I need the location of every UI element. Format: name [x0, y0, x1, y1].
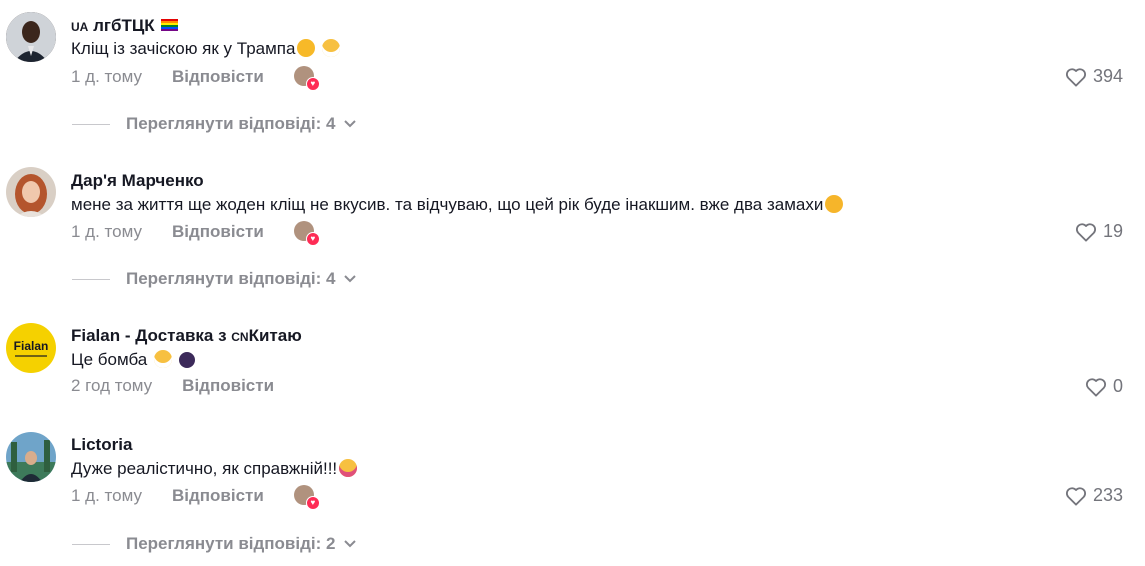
avatar[interactable]	[6, 432, 56, 482]
chevron-down-icon	[344, 120, 357, 128]
heart-outline-icon	[1065, 486, 1086, 506]
username[interactable]: Fialan - Доставка з CNКитаю	[71, 326, 302, 346]
timestamp: 1 д. тому	[71, 67, 142, 86]
avatar-logo-text: Fialan	[13, 339, 49, 353]
comment-text: мене за життя ще жоден кліщ не вкусив. т…	[71, 195, 844, 215]
divider-line	[72, 123, 110, 125]
view-replies-button[interactable]: Переглянути відповіді: 4	[72, 114, 357, 134]
like-count: 394	[1092, 66, 1123, 86]
username[interactable]: Lictoria	[71, 435, 132, 455]
reply-button[interactable]: Відповісти	[182, 376, 274, 396]
avatar[interactable]	[6, 12, 56, 62]
reply-button[interactable]: Відповісти	[172, 222, 264, 242]
avatar-logo-line	[15, 355, 47, 357]
comment-meta: 1 д. тому Відповісти ♥	[71, 485, 320, 510]
chevron-down-icon	[344, 540, 357, 548]
like-button[interactable]: 233	[1065, 485, 1123, 506]
grinning-face-emoji-icon	[153, 350, 172, 368]
heart-badge-icon: ♥	[305, 232, 320, 246]
like-button[interactable]: 19	[1075, 221, 1123, 242]
like-count: 0	[1112, 376, 1123, 396]
comment-meta: 1 д. тому Відповісти ♥	[71, 221, 320, 246]
timestamp: 1 д. тому	[71, 222, 142, 241]
comment-text: Кліщ із зачіскою як у Трампа	[71, 39, 341, 59]
username[interactable]: Дар'я Марченко	[71, 171, 204, 191]
bomb-emoji-icon	[178, 352, 195, 368]
heart-outline-icon	[1085, 377, 1106, 397]
chevron-down-icon	[344, 275, 357, 283]
timestamp: 1 д. тому	[71, 486, 142, 505]
reply-button[interactable]: Відповісти	[172, 67, 264, 87]
avatar[interactable]: Fialan	[6, 323, 56, 373]
flushed-face-emoji-icon	[297, 39, 316, 57]
heart-badge-icon: ♥	[305, 77, 320, 91]
comment-meta: 2 год тому Відповісти	[71, 376, 274, 396]
like-button[interactable]: 394	[1065, 66, 1123, 87]
divider-line	[72, 543, 110, 545]
creator-liked-badge: ♥	[293, 485, 320, 510]
comment-text: Дуже реалістично, як справжній!!!	[71, 459, 358, 479]
like-count: 19	[1102, 221, 1123, 241]
view-replies-button[interactable]: Переглянути відповіді: 4	[72, 269, 357, 289]
comment-text: Це бомба	[71, 350, 195, 370]
divider-line	[72, 278, 110, 280]
creator-liked-badge: ♥	[293, 221, 320, 246]
reply-button[interactable]: Відповісти	[172, 486, 264, 506]
country-prefix: UA	[71, 20, 89, 34]
avatar[interactable]	[6, 167, 56, 217]
view-replies-button[interactable]: Переглянути відповіді: 2	[72, 534, 357, 554]
username[interactable]: UA лгбТЦК	[71, 16, 178, 36]
like-count: 233	[1092, 485, 1123, 505]
timestamp: 2 год тому	[71, 376, 153, 395]
rainbow-flag-icon	[160, 19, 178, 31]
creator-liked-badge: ♥	[293, 66, 320, 91]
country-prefix: CN	[231, 330, 249, 344]
disappointed-face-emoji-icon	[825, 195, 844, 213]
heart-badge-icon: ♥	[305, 496, 320, 510]
comment-meta: 1 д. тому Відповісти ♥	[71, 66, 320, 91]
heart-outline-icon	[1065, 67, 1086, 87]
like-button[interactable]: 0	[1085, 376, 1123, 397]
tongue-out-face-emoji-icon	[339, 459, 358, 477]
grimacing-face-emoji-icon	[322, 39, 341, 57]
heart-outline-icon	[1075, 222, 1096, 242]
